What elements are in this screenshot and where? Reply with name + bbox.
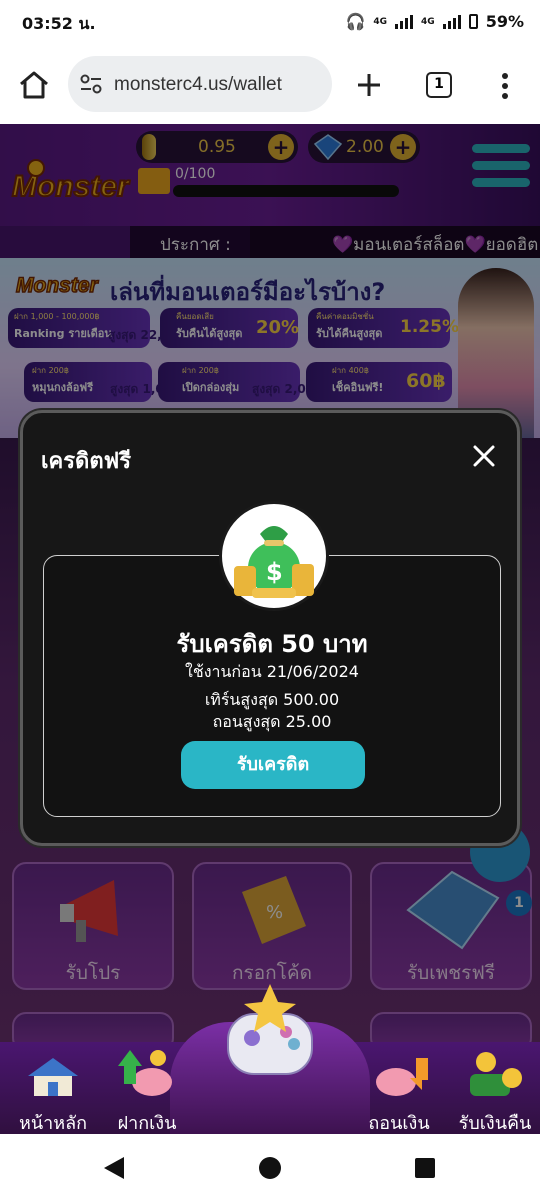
battery-percent: 59% xyxy=(485,12,524,31)
tab-switcher-button[interactable]: 1 xyxy=(426,72,452,98)
nav-home-label: หน้าหลัก xyxy=(18,1113,88,1134)
free-credit-modal: เครดิตฟรี รับเครดิต 50 บาท ใช้งานก่อน 21… xyxy=(20,410,520,846)
signal-icon-2 xyxy=(442,14,461,29)
max-withdraw: ถอนสูงสุด 25.00 xyxy=(212,712,332,731)
headphones-icon: 🎧 xyxy=(345,12,366,31)
site-settings-icon[interactable] xyxy=(80,74,102,94)
gamepad-icon[interactable] xyxy=(222,980,318,1100)
browser-toolbar: monsterc4.us/wallet 1 xyxy=(0,44,540,124)
reward-title: รับเครดิต 50 บาท xyxy=(176,630,368,658)
close-icon[interactable] xyxy=(471,443,497,469)
modal-title: เครดิตฟรี xyxy=(41,449,132,474)
home-circle-icon[interactable] xyxy=(258,1156,282,1180)
withdraw-piggy-icon xyxy=(376,1058,428,1096)
battery-icon xyxy=(468,14,478,29)
claim-credit-button[interactable]: รับเครดิต xyxy=(181,741,365,789)
reward-expiry: ใช้งานก่อน 21/06/2024 xyxy=(185,662,359,681)
nav-deposit-label: ฝากเงิน xyxy=(117,1113,177,1134)
signal-icon xyxy=(395,14,414,29)
back-icon[interactable] xyxy=(102,1156,126,1180)
status-bar: 03:52 น. 🎧 4G 4G 59% xyxy=(0,0,540,44)
home-icon[interactable] xyxy=(18,70,50,100)
new-tab-icon[interactable] xyxy=(356,72,382,98)
recents-icon[interactable] xyxy=(414,1157,436,1179)
url-text: monsterc4.us/wallet xyxy=(114,74,282,95)
status-icons: 🎧 4G 4G 59% xyxy=(345,12,524,31)
tab-count: 1 xyxy=(434,76,444,92)
nav-withdraw-label: ถอนเงิน xyxy=(368,1113,430,1134)
status-time: 03:52 น. xyxy=(22,14,96,33)
bottom-nav: หน้าหลัก ฝากเงิน ถอนเงิน รับเงินคืน xyxy=(0,984,540,1134)
url-bar[interactable]: monsterc4.us/wallet xyxy=(68,56,332,112)
money-bag-icon: $ xyxy=(234,526,314,598)
svg-text:$: $ xyxy=(266,558,283,586)
money-bag-badge: $ xyxy=(219,501,329,611)
network-label-2: 4G xyxy=(421,16,435,27)
cashback-coins-icon xyxy=(470,1052,522,1096)
network-label-1: 4G xyxy=(373,16,388,27)
system-nav-bar xyxy=(0,1134,540,1200)
more-menu-icon[interactable] xyxy=(500,72,510,100)
deposit-piggy-icon xyxy=(118,1050,172,1096)
house-icon xyxy=(28,1058,78,1096)
nav-cashback-label: รับเงินคืน xyxy=(458,1113,532,1134)
